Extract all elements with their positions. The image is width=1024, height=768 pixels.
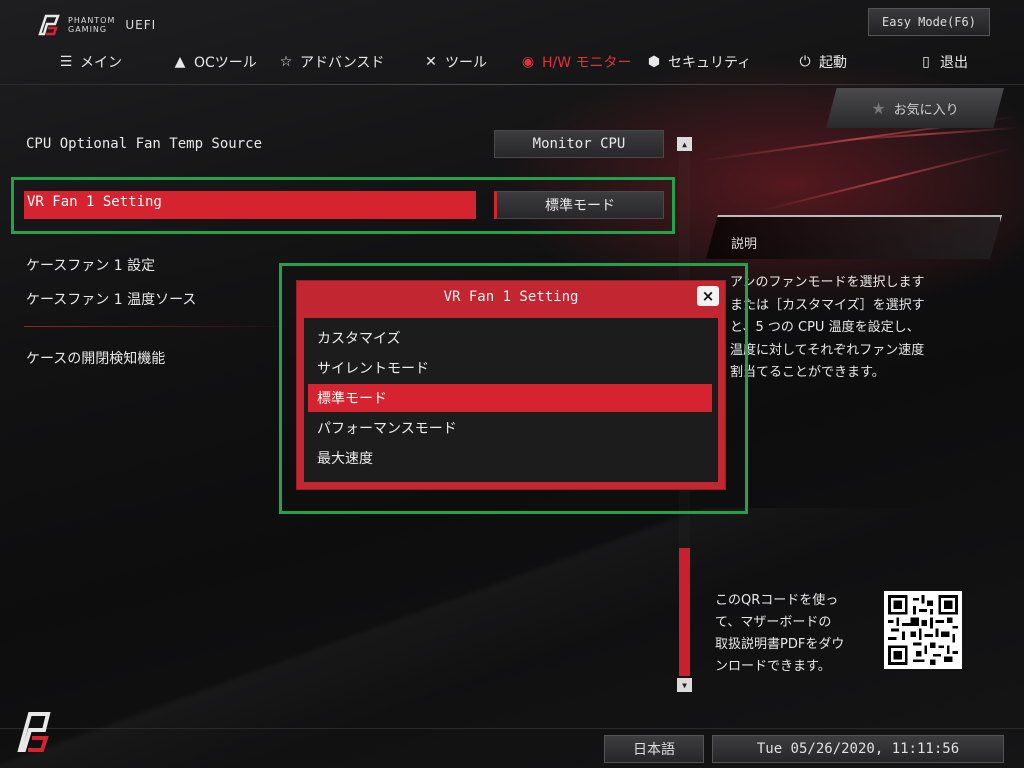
tab-tool[interactable]: ✕ ツール	[423, 50, 487, 74]
brand-line1: PHANTOM	[68, 16, 116, 25]
qr-code-icon	[888, 595, 958, 665]
scroll-down-arrow-icon[interactable]: ▼	[677, 678, 692, 692]
header-divider	[0, 84, 1024, 85]
language-button[interactable]: 日本語	[604, 735, 704, 763]
tools-icon: ✕	[425, 54, 437, 70]
tab-label: 退出	[940, 55, 968, 71]
setting-case-fan-1[interactable]: ケースファン 1 設定	[26, 255, 155, 275]
rocket-icon: ▲	[174, 54, 186, 70]
tab-hw-monitor[interactable]: ◉ H/W モニター	[520, 50, 632, 74]
tab-oc-tweaker[interactable]: ▲ OCツール	[172, 50, 257, 74]
main-tabs: ☰ メイン ▲ OCツール ☆ アドバンスド ✕ ツール ◉ H/W モニター …	[0, 50, 1024, 74]
scrollbar-thumb[interactable]	[679, 548, 690, 676]
tab-label: ツール	[445, 55, 487, 71]
tab-label: メイン	[80, 55, 122, 71]
pg-logo-icon	[17, 712, 51, 752]
highlight-frame-dialog	[279, 263, 748, 514]
exit-icon: ▯	[922, 54, 930, 70]
monitor-icon: ◉	[521, 54, 535, 70]
star-icon: ☆	[279, 54, 293, 70]
setting-case-fan-1-temp-source[interactable]: ケースファン 1 温度ソース	[26, 289, 196, 309]
tab-security[interactable]: ⬢ セキュリティ	[646, 50, 751, 74]
menu-icon: ☰	[59, 54, 73, 70]
tab-label: セキュリティ	[668, 55, 752, 71]
qr-code	[884, 591, 962, 669]
star-icon: ★	[871, 98, 886, 118]
description-title: 説明	[731, 237, 758, 252]
pg-logo-icon	[38, 14, 60, 36]
footer-divider	[0, 728, 1024, 729]
description-text: アンのファンモードを選択します または［カスタマイズ］を選択す と、5 つの C…	[730, 275, 925, 380]
scroll-up-arrow-icon[interactable]: ▲	[677, 137, 692, 151]
brand-name: PHANTOM GAMING	[68, 16, 115, 34]
tab-label: OCツール	[194, 55, 257, 71]
tab-label: 起動	[819, 55, 847, 71]
tab-label: アドバンスド	[300, 55, 385, 71]
qr-code-text: このQRコードを使っ て、マザーボードの 取扱説明書PDFをダウ ンロードできま…	[715, 593, 845, 674]
datetime-display[interactable]: Tue 05/26/2020, 11:11:56	[712, 735, 1004, 763]
phantom-gaming-logo: PHANTOM GAMING UEFI	[36, 12, 156, 38]
brand-line2: GAMING	[68, 25, 108, 34]
cpu-optional-fan-temp-source-value[interactable]: Monitor CPU	[494, 130, 664, 158]
section-separator	[24, 326, 294, 327]
tab-main[interactable]: ☰ メイン	[58, 50, 122, 74]
tab-label: H/W モニター	[542, 55, 632, 71]
highlight-frame-setting	[11, 177, 675, 234]
brand-uefi: UEFI	[125, 18, 157, 32]
setting-case-open-detection[interactable]: ケースの開閉検知機能	[26, 348, 165, 368]
tab-advanced[interactable]: ☆ アドバンスド	[278, 50, 385, 74]
favorites-label: お気に入り	[893, 102, 959, 118]
shield-icon: ⬢	[647, 54, 661, 70]
favorites-button[interactable]: ★ お気に入り	[826, 88, 1004, 128]
power-icon: ⏻	[799, 54, 811, 70]
easy-mode-button[interactable]: Easy Mode(F6)	[868, 8, 990, 36]
tab-exit[interactable]: ▯ 退出	[918, 50, 968, 74]
tab-boot[interactable]: ⏻ 起動	[797, 50, 847, 74]
setting-cpu-optional-fan-temp-source[interactable]: CPU Optional Fan Temp Source	[26, 136, 262, 152]
